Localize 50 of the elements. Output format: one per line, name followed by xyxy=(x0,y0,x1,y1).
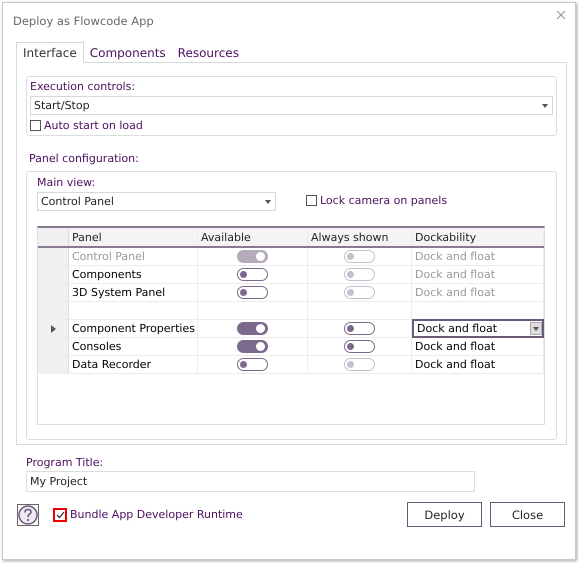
check-icon xyxy=(56,510,64,518)
checkbox[interactable] xyxy=(30,120,41,131)
help-icon[interactable] xyxy=(17,504,39,526)
close-icon[interactable] xyxy=(556,10,566,20)
checkbox-label: Auto start on load xyxy=(44,119,143,132)
checkbox-label: Lock camera on panels xyxy=(320,194,448,207)
program-title-field[interactable]: My Project xyxy=(26,471,475,492)
table-cell: Components xyxy=(69,266,198,283)
current-row-icon xyxy=(50,324,56,332)
field-label: Main view: xyxy=(37,176,96,189)
tab[interactable]: Resources xyxy=(172,44,245,62)
toggle-switch[interactable] xyxy=(237,268,268,281)
column-header: Dockability xyxy=(412,228,544,246)
caret-icon xyxy=(265,200,271,204)
table-cell: Dock and float xyxy=(412,338,544,355)
column-header: Panel xyxy=(69,228,198,246)
window-title: Deploy as Flowcode App xyxy=(13,14,154,30)
checkbox-label: Bundle App Developer Runtime xyxy=(70,508,243,521)
section-label: Panel configuration: xyxy=(29,152,139,165)
tab[interactable]: Interface xyxy=(16,42,84,63)
toggle-switch[interactable] xyxy=(344,340,375,353)
execution-dropdown[interactable]: Start/Stop xyxy=(30,96,553,115)
checkbox[interactable] xyxy=(306,195,317,206)
toggle-switch[interactable] xyxy=(237,286,268,299)
tab[interactable]: Components xyxy=(84,44,172,62)
caret-icon xyxy=(542,104,548,108)
caret-icon xyxy=(533,326,539,330)
column-header: Available xyxy=(198,228,308,246)
dialog-button[interactable]: Close xyxy=(490,502,565,527)
dialog-button[interactable]: Deploy xyxy=(407,502,482,527)
column-header: Always shown xyxy=(308,228,412,246)
table-cell: Data Recorder xyxy=(69,356,198,373)
field-label: Program Title: xyxy=(26,456,104,469)
table-cell: Dock and float xyxy=(412,356,544,373)
table-cell: Consoles xyxy=(69,338,198,355)
table-cell: Dock and float xyxy=(412,266,544,283)
field-label: Execution controls: xyxy=(30,80,136,93)
row-header[interactable] xyxy=(38,320,69,337)
table-cell: Dock and float xyxy=(412,248,544,265)
toggle-switch[interactable] xyxy=(344,322,375,335)
checkbox[interactable] xyxy=(53,508,67,522)
table-cell: Dock and float xyxy=(412,284,544,301)
table-cell: Control Panel xyxy=(69,248,198,265)
main-view-dropdown[interactable]: Control Panel xyxy=(37,192,276,211)
table-cell: 3D System Panel xyxy=(69,284,198,301)
toggle-switch[interactable] xyxy=(237,322,268,335)
toggle-switch[interactable] xyxy=(237,340,268,353)
dockability-dropdown[interactable]: Dock and float xyxy=(412,319,544,338)
table-cell: Component Properties xyxy=(69,320,198,337)
toggle-switch[interactable] xyxy=(237,358,268,371)
